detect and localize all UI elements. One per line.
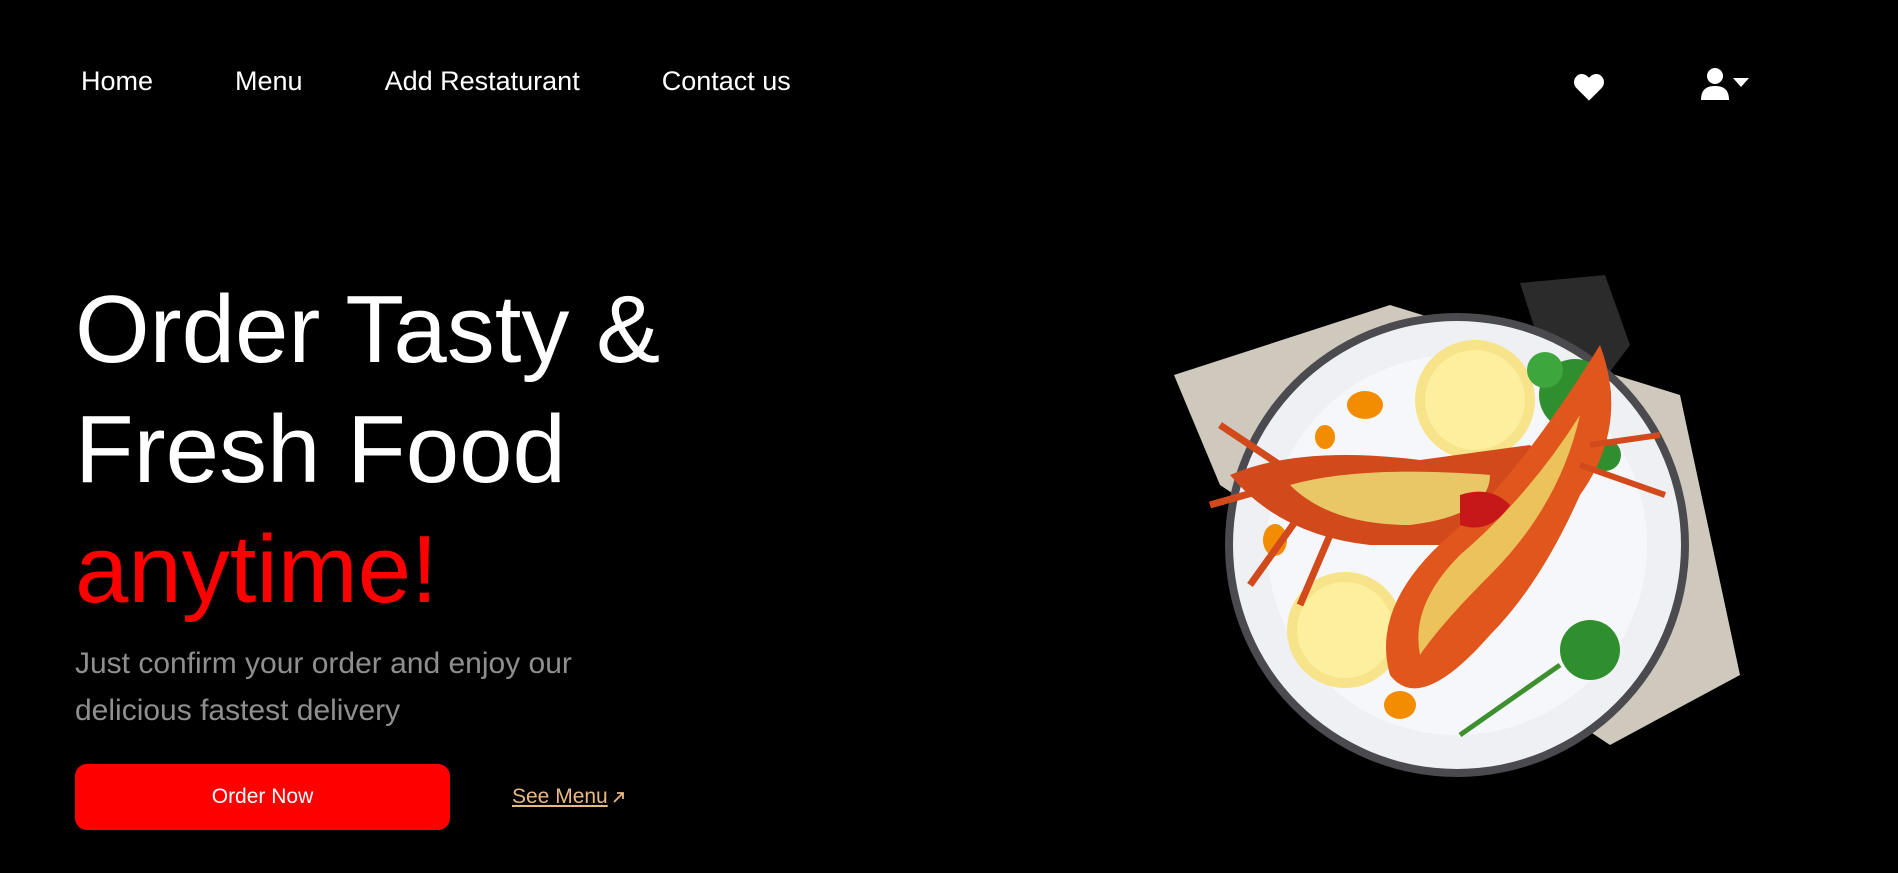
hero-title-accent: anytime!	[75, 516, 438, 623]
caret-down-icon	[1733, 78, 1749, 87]
order-now-button[interactable]: Order Now	[75, 764, 450, 830]
nav-actions	[1572, 66, 1749, 102]
see-menu-link[interactable]: See Menu	[512, 785, 626, 809]
main-nav: Home Menu Add Restaturant Contact us	[81, 66, 873, 97]
hero-title-line1: Order Tasty &	[75, 276, 661, 383]
hero-subtitle: Just confirm your order and enjoy our de…	[75, 647, 572, 727]
hero-title: Order Tasty & Fresh Food anytime!	[75, 270, 795, 630]
hero-section: Order Tasty & Fresh Food anytime! Just c…	[75, 270, 795, 830]
user-menu-button[interactable]	[1701, 68, 1749, 100]
nav-menu[interactable]: Menu	[235, 66, 303, 97]
hero-title-line2: Fresh Food	[75, 396, 566, 503]
cta-row: Order Now See Menu	[75, 764, 795, 830]
heart-icon[interactable]	[1572, 72, 1606, 102]
arrow-up-right-icon	[613, 792, 624, 803]
nav-add-restaurant[interactable]: Add Restaturant	[385, 66, 580, 97]
see-menu-label: See Menu	[512, 785, 608, 808]
landing-page: Home Menu Add Restaturant Contact us Ord…	[0, 0, 1898, 873]
nav-home[interactable]: Home	[81, 66, 153, 97]
user-icon	[1701, 68, 1729, 100]
lobster-dish-image	[1174, 275, 1740, 777]
nav-contact[interactable]: Contact us	[662, 66, 791, 97]
